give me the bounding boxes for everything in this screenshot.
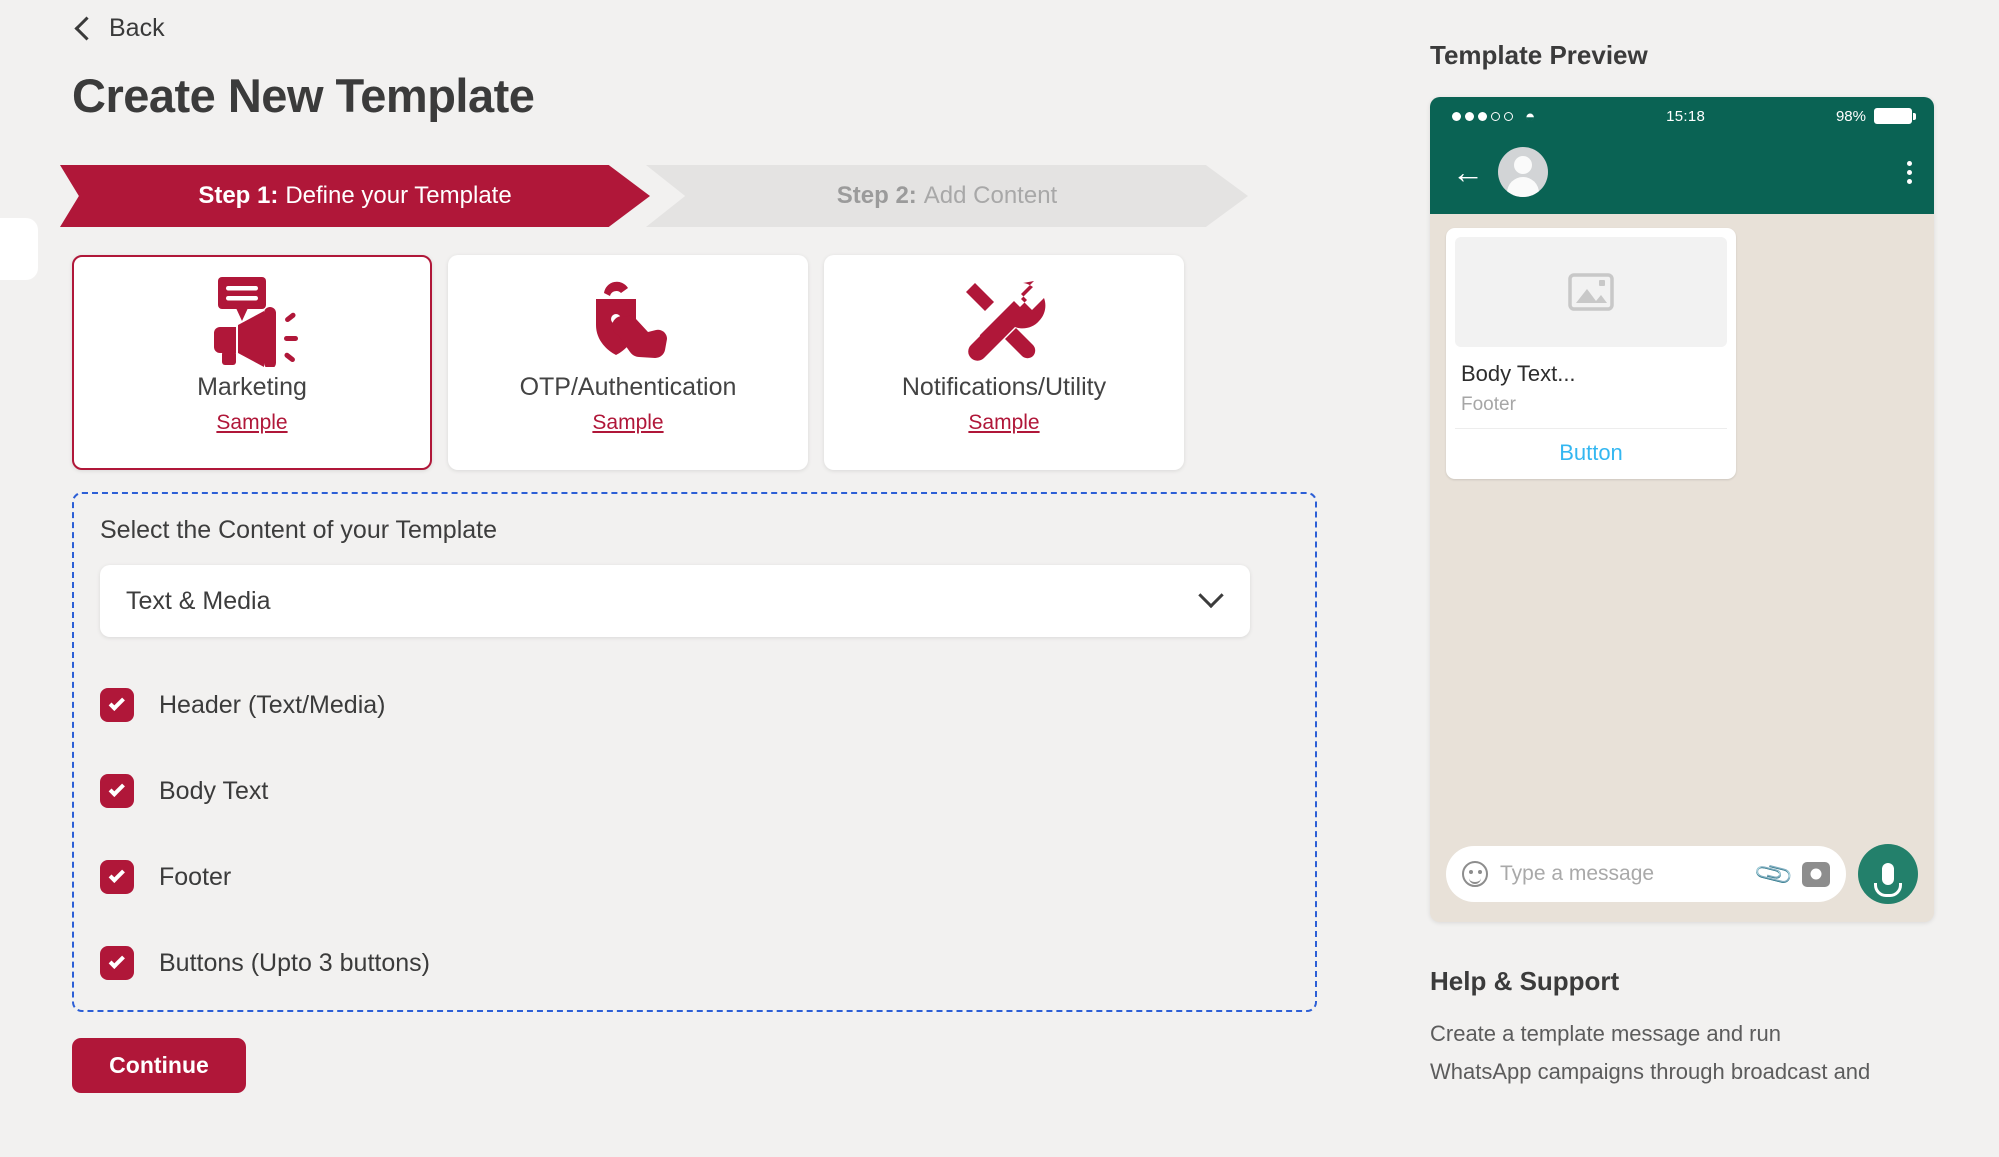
continue-button[interactable]: Continue bbox=[72, 1038, 246, 1093]
main-content-column: Back Create New Template Step 1: Define … bbox=[0, 0, 1420, 1157]
microphone-icon[interactable] bbox=[1858, 844, 1918, 904]
checkbox-footer[interactable] bbox=[100, 860, 134, 894]
preview-column: Template Preview ◓ 15:18 98% ← Body Text… bbox=[1430, 0, 1999, 1157]
status-time: 15:18 bbox=[1666, 107, 1706, 125]
step-1-number: Step 1: bbox=[198, 182, 279, 209]
category-sample-link[interactable]: Sample bbox=[968, 411, 1039, 435]
help-line-2: WhatsApp campaigns through broadcast and bbox=[1430, 1059, 1871, 1084]
template-preview-title: Template Preview bbox=[1430, 40, 1648, 70]
whatsapp-header: ◓ 15:18 98% ← bbox=[1430, 97, 1934, 214]
category-card-notifications-utility[interactable]: Notifications/Utility Sample bbox=[824, 255, 1184, 470]
help-support-text: Create a template message and run WhatsA… bbox=[1430, 1015, 1999, 1091]
signal-strength-icon bbox=[1452, 111, 1513, 121]
content-options-list: Header (Text/Media) Body Text Footer But… bbox=[100, 685, 1289, 983]
category-card-title: OTP/Authentication bbox=[519, 373, 737, 401]
battery-percent: 98% bbox=[1835, 107, 1866, 125]
battery-icon bbox=[1873, 108, 1916, 124]
kebab-menu-icon[interactable] bbox=[1907, 160, 1912, 184]
bubble-action-button[interactable]: Button bbox=[1455, 428, 1727, 479]
unlocked-padlock-hand-icon bbox=[574, 275, 682, 367]
back-button[interactable]: Back bbox=[72, 8, 192, 48]
checkbox-row-footer[interactable]: Footer bbox=[100, 857, 660, 897]
category-card-title: Marketing bbox=[197, 373, 307, 401]
back-label: Back bbox=[109, 13, 165, 42]
checkbox-label: Header (Text/Media) bbox=[159, 690, 386, 719]
avatar-icon bbox=[1498, 147, 1548, 197]
emoji-icon[interactable] bbox=[1462, 861, 1488, 887]
page-title: Create New Template bbox=[72, 69, 535, 122]
checkbox-body-text[interactable] bbox=[100, 774, 134, 808]
checkbox-row-buttons[interactable]: Buttons (Upto 3 buttons) bbox=[100, 943, 660, 983]
content-type-value: Text & Media bbox=[126, 586, 271, 615]
category-card-title: Notifications/Utility bbox=[901, 373, 1107, 401]
camera-icon[interactable] bbox=[1802, 861, 1830, 887]
checkbox-label: Footer bbox=[159, 862, 232, 891]
phone-status-bar: ◓ 15:18 98% bbox=[1430, 97, 1934, 135]
wrench-screwdriver-icon bbox=[950, 275, 1058, 367]
checkbox-buttons[interactable] bbox=[100, 946, 134, 980]
tab-step-1[interactable]: Step 1: Define your Template bbox=[60, 165, 650, 227]
category-card-list: Marketing Sample OTP/Authentication Samp… bbox=[72, 255, 1232, 470]
chat-body: Body Text... Footer Button bbox=[1430, 214, 1934, 834]
chevron-left-icon bbox=[74, 15, 99, 41]
checkbox-header[interactable] bbox=[100, 688, 134, 722]
image-placeholder-icon bbox=[1455, 237, 1727, 347]
whatsapp-phone-preview: ◓ 15:18 98% ← Body Text... Footer Button… bbox=[1430, 97, 1934, 922]
tab-step-2[interactable]: Step 2: Add Content bbox=[646, 165, 1248, 227]
wifi-icon: ◓ bbox=[1525, 106, 1536, 126]
megaphone-icon bbox=[198, 275, 306, 367]
message-input[interactable]: Type a message 📎 bbox=[1446, 846, 1846, 902]
help-line-1: Create a template message and run bbox=[1430, 1021, 1781, 1046]
step-indicator: Step 1: Define your Template Step 2: Add… bbox=[60, 165, 1252, 227]
checkbox-row-body-text[interactable]: Body Text bbox=[100, 771, 660, 811]
category-card-otp-authentication[interactable]: OTP/Authentication Sample bbox=[448, 255, 808, 470]
help-support-title: Help & Support bbox=[1430, 966, 1620, 996]
content-selection-panel: Select the Content of your Template Text… bbox=[72, 492, 1317, 1012]
content-type-select[interactable]: Text & Media bbox=[100, 565, 1250, 637]
chevron-down-icon bbox=[1198, 582, 1224, 609]
category-sample-link[interactable]: Sample bbox=[216, 411, 287, 435]
paperclip-icon[interactable]: 📎 bbox=[1752, 852, 1796, 896]
chat-navbar: ← bbox=[1430, 135, 1934, 209]
chat-input-row: Type a message 📎 bbox=[1430, 834, 1934, 922]
checkbox-row-header[interactable]: Header (Text/Media) bbox=[100, 685, 660, 725]
step-1-label: Define your Template bbox=[285, 182, 512, 209]
bubble-body-text: Body Text... bbox=[1461, 361, 1576, 386]
step-2-number: Step 2: bbox=[836, 182, 917, 209]
panel-heading: Select the Content of your Template bbox=[100, 516, 497, 544]
checkbox-label: Buttons (Upto 3 buttons) bbox=[159, 948, 430, 977]
create-template-page: Back Create New Template Step 1: Define … bbox=[0, 0, 1999, 1157]
template-message-bubble: Body Text... Footer Button bbox=[1446, 228, 1736, 479]
checkbox-label: Body Text bbox=[159, 776, 269, 805]
message-input-placeholder: Type a message bbox=[1500, 862, 1655, 885]
category-card-marketing[interactable]: Marketing Sample bbox=[72, 255, 432, 470]
step-2-label: Add Content bbox=[923, 182, 1058, 209]
bubble-footer-text: Footer bbox=[1461, 394, 1516, 415]
arrow-left-icon[interactable]: ← bbox=[1452, 156, 1484, 188]
category-sample-link[interactable]: Sample bbox=[592, 411, 663, 435]
